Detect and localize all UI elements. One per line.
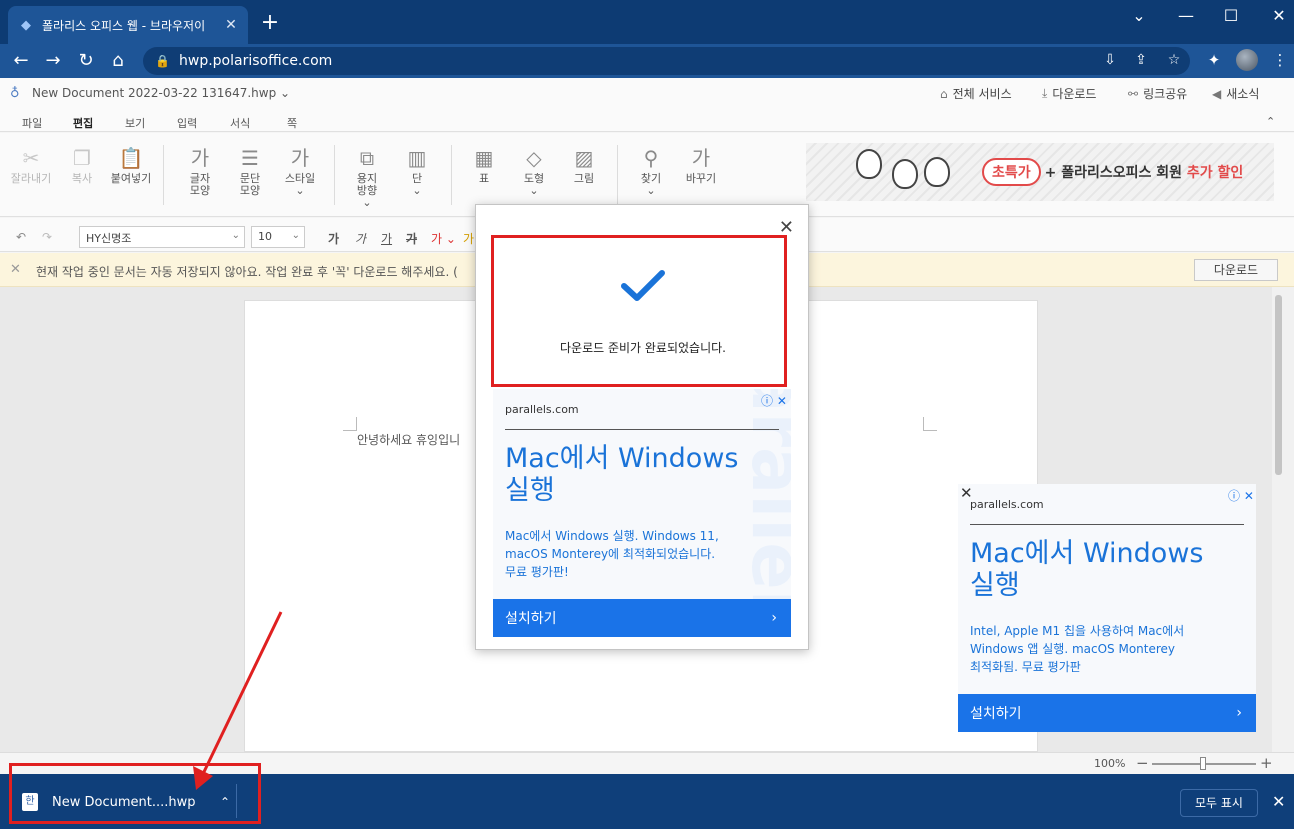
annotation-arrow [193,611,283,790]
